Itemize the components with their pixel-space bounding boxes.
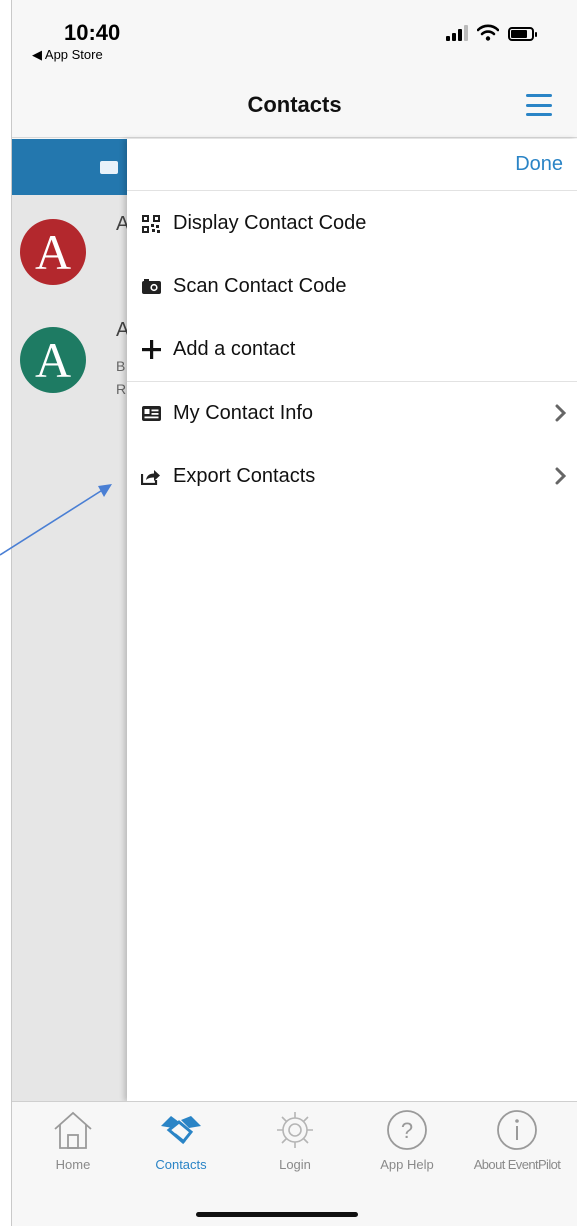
handshake-icon [159, 1108, 203, 1152]
menu-item-label: Add a contact [173, 338, 296, 360]
navigation-bar: Contacts [12, 70, 577, 138]
menu-item-label: Display Contact Code [173, 212, 367, 234]
info-circle-icon [495, 1108, 539, 1152]
menu-item-label: Export Contacts [173, 465, 316, 487]
tab-label: About EventPilot [473, 1157, 561, 1172]
plus-icon [141, 340, 161, 360]
tab-label: Home [55, 1157, 91, 1172]
menu-item-display-contact-code[interactable]: Display Contact Code [127, 192, 577, 255]
tab-label: Login [279, 1157, 311, 1172]
home-indicator[interactable] [196, 1212, 358, 1217]
hamburger-menu-icon[interactable] [526, 94, 552, 116]
contacts-menu-drawer: Done Display Contact Code Scan Contact C… [127, 139, 577, 1101]
status-time: 10:40 [64, 20, 121, 45]
camera-icon [100, 161, 118, 174]
done-button[interactable]: Done [515, 153, 563, 176]
menu-item-label: Scan Contact Code [173, 275, 347, 297]
question-circle-icon: ? [385, 1108, 429, 1152]
phone-screen: 10:40 ◀ App Store Contacts A A A A B R D… [12, 0, 577, 1226]
tab-login[interactable]: Login [240, 1108, 350, 1186]
house-icon [51, 1108, 95, 1152]
menu-item-label: My Contact Info [173, 402, 314, 424]
svg-text:?: ? [401, 1118, 413, 1143]
tab-about-eventpilot[interactable]: About EventPilot [462, 1108, 572, 1186]
avatar-letter: A [34, 332, 72, 388]
tab-home[interactable]: Home [18, 1108, 128, 1186]
contact-detail-peek: R [116, 381, 127, 397]
chevron-right-icon [555, 465, 567, 491]
contacts-list-background: A A A A B R [12, 139, 129, 1101]
scan-banner[interactable] [12, 139, 127, 195]
contact-detail-peek: B [116, 358, 126, 374]
share-export-icon [141, 467, 161, 487]
drawer-header: Done [127, 139, 577, 191]
wifi-icon [477, 24, 499, 41]
gear-icon [273, 1108, 317, 1152]
page-title: Contacts [247, 92, 342, 117]
camera-icon [141, 277, 161, 297]
menu-item-export-contacts[interactable]: Export Contacts [127, 445, 577, 508]
tab-app-help[interactable]: ? App Help [352, 1108, 462, 1186]
back-to-app-store-link[interactable]: ◀ App Store [32, 47, 103, 63]
id-card-icon [141, 404, 161, 424]
cellular-signal-icon [446, 25, 468, 41]
qr-code-icon [141, 214, 161, 234]
menu-item-scan-contact-code[interactable]: Scan Contact Code [127, 255, 577, 318]
status-icons [446, 24, 537, 41]
menu-item-add-contact[interactable]: Add a contact [127, 318, 577, 381]
contact-avatar[interactable]: A [20, 327, 86, 393]
tab-label: Contacts [155, 1157, 207, 1172]
status-bar: 10:40 ◀ App Store [12, 0, 577, 70]
chevron-right-icon [555, 402, 567, 428]
battery-icon [508, 27, 537, 41]
tab-contacts[interactable]: Contacts [126, 1108, 236, 1186]
contact-avatar[interactable]: A [20, 219, 86, 285]
avatar-letter: A [34, 224, 72, 280]
menu-item-my-contact-info[interactable]: My Contact Info [127, 382, 577, 445]
tab-label: App Help [380, 1157, 434, 1172]
bottom-tab-bar: Home Contacts Login ? App Help About Eve… [12, 1101, 577, 1226]
